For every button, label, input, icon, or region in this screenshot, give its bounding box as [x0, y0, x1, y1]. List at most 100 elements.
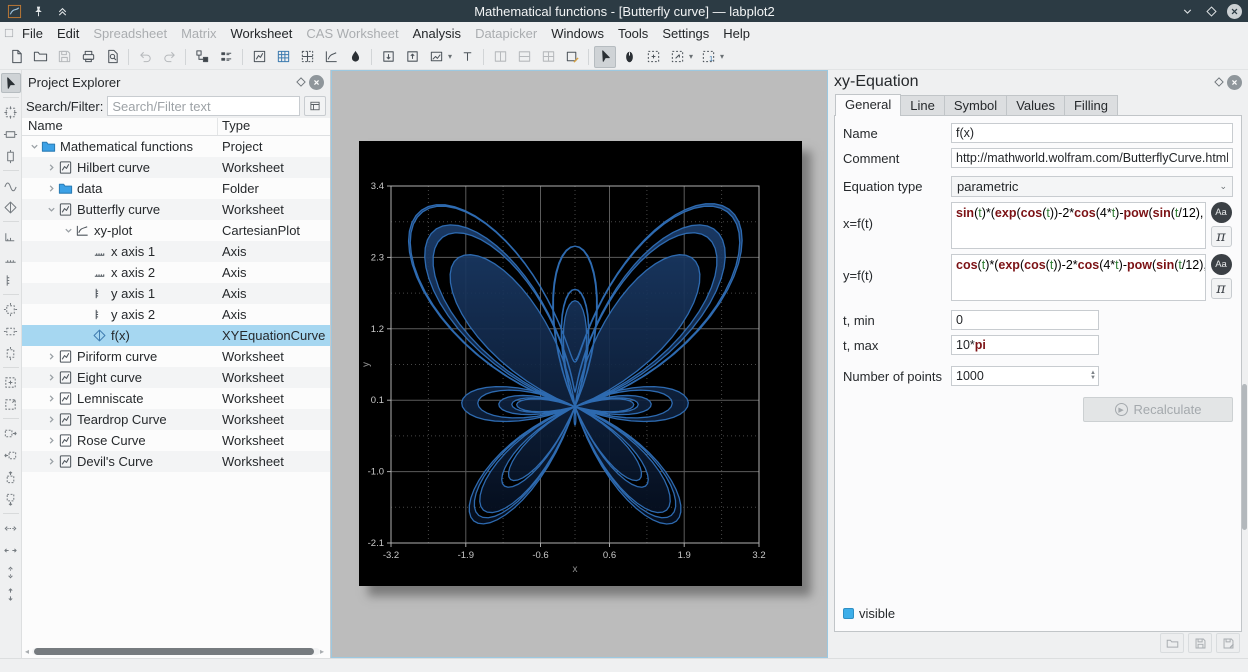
menu-item-worksheet[interactable]: Worksheet [223, 24, 299, 43]
tree-expander-icon[interactable] [45, 457, 57, 466]
magnification-preset-dropdown-icon[interactable]: ▾ [720, 46, 727, 68]
shift-up-y-icon[interactable] [1, 467, 21, 487]
open-folder-icon[interactable] [29, 46, 51, 68]
load-template-icon[interactable] [1160, 633, 1184, 653]
new-spreadsheet-icon[interactable] [272, 46, 294, 68]
tree-row-rose-curve[interactable]: Rose CurveWorksheet [22, 430, 330, 451]
zoom-in-icon[interactable] [1, 372, 21, 392]
name-input[interactable] [951, 123, 1233, 143]
tree-row-x-axis-1[interactable]: x axis 1Axis [22, 241, 330, 262]
close-properties-icon[interactable] [1227, 75, 1242, 90]
export-image-dropdown-icon[interactable]: ▾ [448, 46, 455, 68]
import-window-icon[interactable] [377, 46, 399, 68]
menu-item-analysis[interactable]: Analysis [406, 24, 468, 43]
tree-row-x-axis-2[interactable]: x axis 2Axis [22, 262, 330, 283]
y-equation-input[interactable]: cos(t)*(exp(cos(t))-2*cos(4*t)-pow(sin(t… [951, 254, 1206, 301]
menu-item-settings[interactable]: Settings [655, 24, 716, 43]
tree-row-xy-plot[interactable]: xy-plotCartesianPlot [22, 220, 330, 241]
zoom-in-y-icon[interactable] [1, 562, 21, 582]
tree-row-y-axis-1[interactable]: y axis 1Axis [22, 283, 330, 304]
new-datapicker-icon[interactable] [344, 46, 366, 68]
close-panel-icon[interactable] [309, 75, 324, 90]
close-icon[interactable] [1227, 4, 1242, 19]
tab-symbol[interactable]: Symbol [944, 95, 1007, 116]
select-pointer-icon[interactable] [1, 73, 21, 93]
print-icon[interactable] [77, 46, 99, 68]
search-filter-input[interactable] [107, 96, 300, 116]
shift-left-x-icon[interactable] [1, 445, 21, 465]
zoom-in-x-icon[interactable] [1, 518, 21, 538]
tree-expander-icon[interactable] [45, 352, 57, 361]
menu-item-file[interactable]: File [15, 24, 50, 43]
select-y-region-icon[interactable] [1, 146, 21, 166]
visible-checkbox[interactable] [843, 608, 854, 619]
tree-row-y-axis-2[interactable]: y axis 2Axis [22, 304, 330, 325]
pin-icon[interactable] [30, 3, 46, 19]
shift-down-y-icon[interactable] [1, 489, 21, 509]
export-image-icon[interactable] [425, 46, 447, 68]
constants-icon[interactable]: Aa [1211, 254, 1232, 275]
hscroll-thumb[interactable] [34, 648, 314, 655]
points-spinbox[interactable]: 1000 ▲▼ [951, 366, 1099, 386]
magnification-preset-icon[interactable]: 1 [697, 46, 719, 68]
tab-line[interactable]: Line [900, 95, 945, 116]
scale-auto-y-icon[interactable] [1, 343, 21, 363]
add-legend-icon[interactable] [1, 226, 21, 246]
crosshair-region-icon[interactable] [1, 102, 21, 122]
equation-type-select[interactable]: parametric ⌄ [951, 176, 1233, 197]
new-worksheet-icon[interactable] [248, 46, 270, 68]
comment-input[interactable] [951, 148, 1233, 168]
tree-row-eight-curve[interactable]: Eight curveWorksheet [22, 367, 330, 388]
properties-explorer-toggle-icon[interactable] [215, 46, 237, 68]
navigate-mouse-icon[interactable] [618, 46, 640, 68]
tree-expander-icon[interactable] [45, 436, 57, 445]
new-plot-icon[interactable] [320, 46, 342, 68]
zoom-region-dropdown-icon[interactable]: ▾ [689, 46, 696, 68]
tree-row-lemniscate[interactable]: LemniscateWorksheet [22, 388, 330, 409]
zoom-select-icon[interactable] [642, 46, 664, 68]
tree-expander-icon[interactable] [45, 205, 57, 214]
scale-auto-x-icon[interactable] [1, 321, 21, 341]
text-label-icon[interactable] [456, 46, 478, 68]
vscroll-thumb[interactable] [1242, 384, 1247, 530]
shade-up-icon[interactable] [54, 3, 70, 19]
menu-item-edit[interactable]: Edit [50, 24, 86, 43]
zoom-region-icon[interactable] [666, 46, 688, 68]
save-template-icon[interactable] [1188, 633, 1212, 653]
export-window-icon[interactable] [401, 46, 423, 68]
filter-options-icon[interactable] [304, 96, 326, 116]
project-explorer-toggle-icon[interactable] [191, 46, 213, 68]
layout-edit-icon[interactable] [561, 46, 583, 68]
scale-auto-icon[interactable] [1, 299, 21, 319]
zoom-fit-icon[interactable] [1, 394, 21, 414]
scroll-left-icon[interactable]: ◂ [25, 647, 32, 656]
cartesian-plot[interactable]: -3.2-1.9-0.60.61.93.23.42.31.20.1-1.0-2.… [359, 141, 802, 586]
tree-row-teardrop-curve[interactable]: Teardrop CurveWorksheet [22, 409, 330, 430]
constants-icon[interactable]: Aa [1211, 202, 1232, 223]
tree-row-mathematical-functions[interactable]: Mathematical functionsProject [22, 136, 330, 157]
new-document-icon[interactable] [5, 46, 27, 68]
explorer-hscrollbar[interactable]: ◂ ▸ [25, 647, 327, 655]
shift-right-x-icon[interactable] [1, 423, 21, 443]
select-pointer-icon[interactable] [594, 46, 616, 68]
float-panel-icon[interactable] [293, 74, 309, 90]
print-preview-icon[interactable] [101, 46, 123, 68]
maximize-icon[interactable] [1203, 3, 1219, 19]
float-properties-icon[interactable] [1211, 74, 1227, 90]
zoom-out-y-icon[interactable] [1, 584, 21, 604]
tab-general[interactable]: General [835, 94, 901, 116]
tree-expander-icon[interactable] [45, 415, 57, 424]
column-header-name[interactable]: Name [22, 118, 218, 135]
zoom-out-x-icon[interactable] [1, 540, 21, 560]
select-x-region-icon[interactable] [1, 124, 21, 144]
tree-row-devil-s-curve[interactable]: Devil's CurveWorksheet [22, 451, 330, 472]
tree-expander-icon[interactable] [45, 373, 57, 382]
column-header-type[interactable]: Type [218, 118, 330, 135]
new-matrix-icon[interactable] [296, 46, 318, 68]
tmin-input[interactable]: 0 [951, 310, 1099, 330]
minimize-icon[interactable] [1179, 3, 1195, 19]
tree-row-f-x-[interactable]: f(x)XYEquationCurve [22, 325, 330, 346]
tab-filling[interactable]: Filling [1064, 95, 1118, 116]
tree-row-data[interactable]: dataFolder [22, 178, 330, 199]
tab-values[interactable]: Values [1006, 95, 1065, 116]
